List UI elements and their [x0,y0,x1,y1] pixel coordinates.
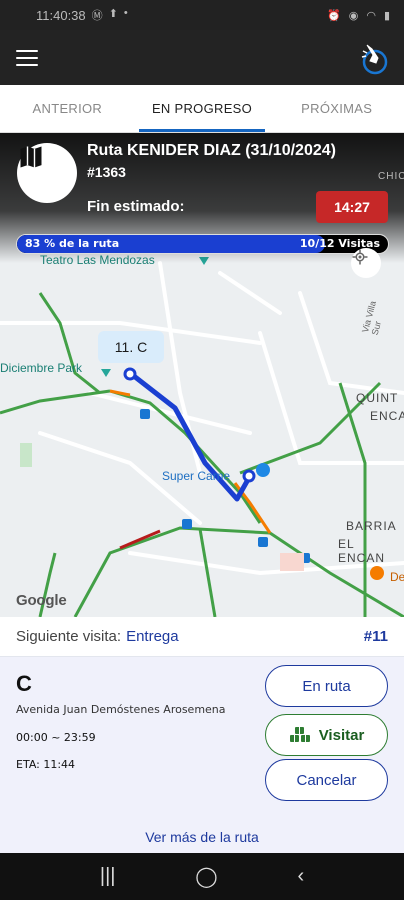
system-nav-bar: ||| ◯ ‹ [0,853,404,900]
map-icon [17,143,77,203]
status-time: 11:40:38 [36,7,86,23]
map-label-de: De [390,570,404,584]
location-icon: ◉ [348,9,359,22]
progress-percent-text: 83 % de la ruta [25,237,120,250]
route-progress-bar: 83 % de la ruta 10/12 Visitas [16,234,389,254]
route-title: Ruta KENIDER DIAZ (31/10/2024) [87,142,336,159]
visitar-label: Visitar [318,726,365,744]
route-id: #1363 [87,164,126,180]
map-label-park: Diciembre Park [0,361,83,375]
map-label-chic: CHIC [378,171,404,182]
next-visit-number: #11 [363,628,388,645]
stop-time-window: 00:00 ~ 23:59 [16,731,96,744]
map-label-mendozas: Teatro Las Mendozas [40,253,155,267]
en-ruta-button[interactable]: En ruta [265,665,388,707]
eta-time-badge: 14:27 [316,191,388,223]
tab-bar: ANTERIOR EN PROGRESO PRÓXIMAS [0,85,404,133]
visitar-button[interactable]: Visitar [265,714,388,756]
tab-proximas[interactable]: PRÓXIMAS [269,85,404,132]
cancelar-button[interactable]: Cancelar [265,759,388,801]
eta-label: Fin estimado: [87,198,185,215]
next-visit-bar: Siguiente visita: Entrega #11 [0,617,404,657]
back-icon[interactable]: ‹ [297,865,304,888]
upload-icon: ⬆ [108,8,118,20]
tab-en-progreso[interactable]: EN PROGRESO [135,85,270,132]
home-icon[interactable]: ◯ [195,864,217,889]
see-more-route-link[interactable]: Ver más de la ruta [0,829,404,845]
dot-icon: • [123,7,128,19]
map-label-barria: BARRIA [346,519,397,533]
tap-hand-logo-icon [361,44,388,74]
next-visit-label: Siguiente visita: [16,628,122,645]
status-bar: 11:40:38 Ⓜ ⬆ • ⏰ ◉ ◠ ▮ [0,0,404,30]
my-location-icon[interactable] [351,248,381,278]
alarm-icon: ⏰ [327,9,341,22]
stop-eta: ETA: 11:44 [16,758,76,771]
google-logo: Google [16,592,67,609]
wifi-icon: ◠ [366,9,376,22]
boxes-icon [289,727,310,742]
recent-apps-icon[interactable]: ||| [100,865,116,888]
map-label-quint: QUINT [356,391,399,405]
m-icon: Ⓜ [91,10,103,22]
next-visit-type: Entrega [126,628,179,645]
route-map[interactable]: Ruta KENIDER DIAZ (31/10/2024) #1363 Fin… [0,133,404,617]
stop-address: Avenida Juan Demóstenes Arosemena [16,703,226,716]
map-label-enca: ENCA [370,409,404,423]
map-label-el-encan: EL ENCAN [338,537,386,565]
map-stop-label[interactable]: 11. C [98,331,164,363]
app-bar [0,30,404,85]
stop-name: C [16,671,32,696]
stop-card: C Avenida Juan Demóstenes Arosemena 00:0… [0,657,404,853]
hamburger-menu-icon[interactable] [16,49,38,66]
battery-icon: ▮ [383,9,390,22]
map-label-super: Super Carne [162,469,231,483]
tab-anterior[interactable]: ANTERIOR [0,85,135,132]
